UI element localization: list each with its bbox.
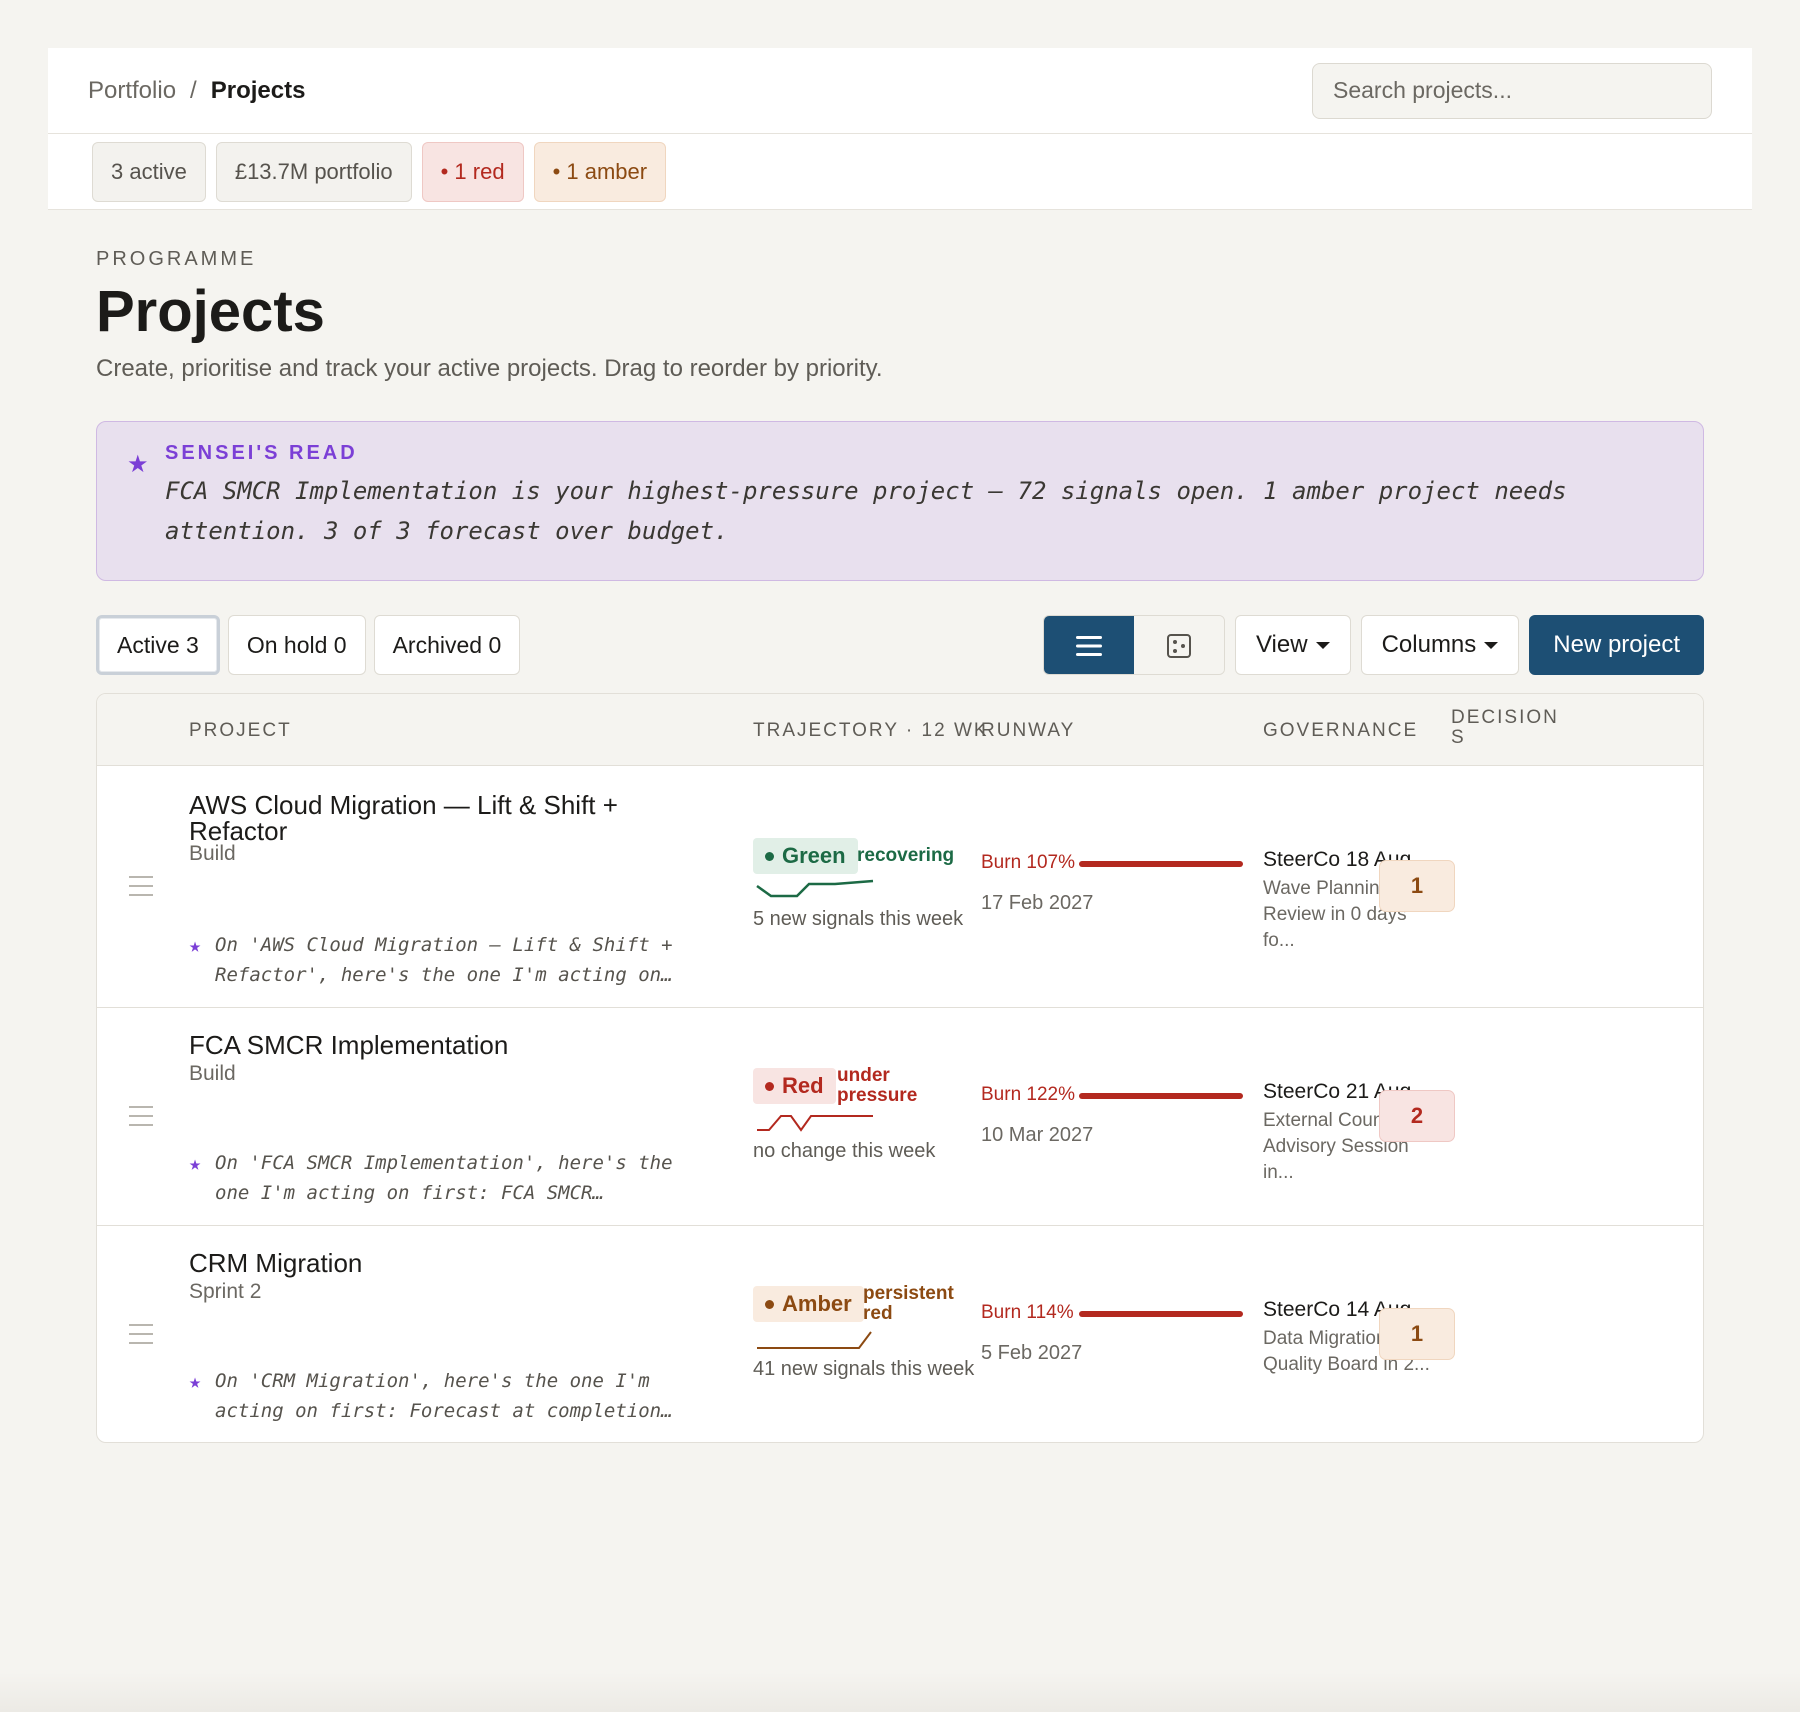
status-tabs: Active 3 On hold 0 Archived 0 [96, 615, 521, 675]
trend-label: persistent red [863, 1283, 954, 1324]
view-label: View [1255, 631, 1308, 658]
burn-bar [1079, 1093, 1243, 1099]
view-dropdown[interactable]: View [1234, 615, 1351, 675]
star-icon: ★ [189, 933, 202, 957]
red-count-chip[interactable]: • 1 red [421, 141, 524, 202]
rag-badge: Red [753, 1068, 836, 1104]
col-runway[interactable]: RUNWAY [981, 720, 1075, 742]
chevron-down-icon [1315, 641, 1330, 649]
portfolio-value-chip: £13.7M portfolio [215, 141, 412, 202]
sensei-read-panel: ★ SENSEI'S READ FCA SMCR Implementation … [96, 421, 1704, 581]
breadcrumb-portfolio[interactable]: Portfolio [88, 77, 176, 105]
sensei-label: SENSEI'S READ [165, 442, 358, 464]
tab-on-hold[interactable]: On hold 0 [227, 615, 366, 675]
search-input[interactable] [1312, 62, 1712, 119]
tab-archived[interactable]: Archived 0 [373, 615, 521, 675]
burn-bar [1079, 861, 1243, 867]
columns-dropdown[interactable]: Columns [1360, 615, 1520, 675]
status-dot-icon [765, 851, 774, 861]
decisions-badge[interactable]: 1 [1379, 860, 1455, 912]
table-row[interactable]: FCA SMCR Implementation Build ★ On 'FCA … [97, 1008, 1703, 1226]
list-view-button[interactable] [1043, 616, 1134, 674]
rag-label: Green [782, 843, 846, 868]
rag-label: Amber [782, 1291, 852, 1316]
breadcrumb-separator: / [190, 76, 197, 104]
project-name[interactable]: CRM Migration [189, 1250, 669, 1276]
breadcrumb-current: Projects [210, 76, 306, 104]
stats-bar: 3 active £13.7M portfolio • 1 red • 1 am… [48, 134, 1752, 210]
trajectory-sparkline [756, 879, 874, 898]
col-governance[interactable]: GOVERNANCE [1263, 720, 1418, 742]
project-name[interactable]: AWS Cloud Migration — Lift & Shift + Ref… [189, 792, 669, 844]
rag-label: Red [782, 1073, 824, 1098]
star-icon: ★ [189, 1151, 202, 1175]
col-decisions[interactable]: DECISIONS [1451, 708, 1561, 748]
page-title: Projects [96, 279, 325, 344]
status-dot-icon [765, 1299, 774, 1309]
active-count-chip: 3 active [92, 141, 206, 202]
breadcrumb: Portfolio / Projects [88, 77, 305, 105]
trajectory-sparkline [757, 1115, 873, 1132]
sensei-text: FCA SMCR Implementation is your highest-… [165, 477, 1567, 545]
main-content: PROGRAMME Projects Create, prioritise an… [96, 248, 1704, 1443]
runway-date: 17 Feb 2027 [981, 892, 1094, 914]
grid-icon [1166, 634, 1191, 658]
star-icon: ★ [127, 451, 149, 478]
columns-label: Columns [1381, 631, 1477, 658]
table-row[interactable]: AWS Cloud Migration — Lift & Shift + Ref… [97, 766, 1703, 1008]
project-note: ★ On 'FCA SMCR Implementation', here's t… [189, 1148, 709, 1208]
drag-handle-icon[interactable] [129, 876, 153, 903]
project-stage: Build [189, 1062, 236, 1085]
drag-handle-icon[interactable] [129, 1106, 153, 1133]
status-dot-icon [765, 1081, 774, 1091]
project-name[interactable]: FCA SMCR Implementation [189, 1032, 669, 1058]
burn-label: Burn 114% [981, 1302, 1074, 1323]
page-subtitle: Create, prioritise and track your active… [96, 355, 883, 382]
col-project[interactable]: PROJECT [189, 720, 292, 742]
signals-text: no change this week [753, 1140, 936, 1162]
project-note-text: On 'CRM Migration', here's the one I'm a… [215, 1370, 673, 1422]
rag-badge: Amber [753, 1286, 864, 1322]
project-note: ★ On 'CRM Migration', here's the one I'm… [189, 1366, 709, 1426]
trend-label: under pressure [837, 1065, 918, 1106]
page-footer-fade [0, 1672, 1800, 1712]
project-note-text: On 'FCA SMCR Implementation', here's the… [215, 1152, 673, 1204]
table-row[interactable]: CRM Migration Sprint 2 ★ On 'CRM Migrati… [97, 1226, 1703, 1442]
project-stage: Build [189, 842, 236, 865]
burn-bar [1079, 1311, 1243, 1317]
amber-count-chip[interactable]: • 1 amber [533, 141, 667, 202]
toolbar-actions: View Columns New project [1042, 615, 1704, 675]
decisions-badge[interactable]: 1 [1379, 1308, 1455, 1360]
runway-date: 10 Mar 2027 [981, 1124, 1094, 1146]
project-note: ★ On 'AWS Cloud Migration — Lift & Shift… [189, 930, 709, 990]
list-toolbar: Active 3 On hold 0 Archived 0 View Colum… [96, 615, 1704, 675]
view-toggle [1042, 615, 1225, 675]
tab-active[interactable]: Active 3 [96, 615, 220, 675]
signals-text: 5 new signals this week [753, 908, 964, 930]
chevron-down-icon [1484, 641, 1499, 649]
col-trajectory[interactable]: TRAJECTORY · 12 WK [753, 720, 989, 742]
top-bar: Portfolio / Projects [48, 48, 1752, 134]
drag-handle-icon[interactable] [129, 1324, 153, 1351]
project-note-text: On 'AWS Cloud Migration — Lift & Shift +… [215, 934, 673, 986]
star-icon: ★ [189, 1369, 202, 1393]
project-stage: Sprint 2 [189, 1280, 262, 1303]
grid-view-button[interactable] [1133, 616, 1224, 674]
table-header: PROJECT TRAJECTORY · 12 WK RUNWAY GOVERN… [97, 694, 1703, 766]
list-icon [1075, 636, 1102, 656]
burn-label: Burn 122% [981, 1084, 1076, 1105]
new-project-button[interactable]: New project [1529, 615, 1704, 675]
trend-label: recovering [857, 845, 955, 866]
page-eyebrow: PROGRAMME [96, 248, 257, 270]
rag-badge: Green [753, 838, 858, 874]
decisions-badge[interactable]: 2 [1379, 1090, 1455, 1142]
trajectory-sparkline [757, 1331, 872, 1349]
runway-date: 5 Feb 2027 [981, 1342, 1083, 1364]
app-shell: Portfolio / Projects 3 active £13.7M por… [48, 48, 1752, 210]
signals-text: 41 new signals this week [753, 1358, 975, 1380]
burn-label: Burn 107% [981, 852, 1076, 873]
projects-table: PROJECT TRAJECTORY · 12 WK RUNWAY GOVERN… [96, 693, 1704, 1443]
